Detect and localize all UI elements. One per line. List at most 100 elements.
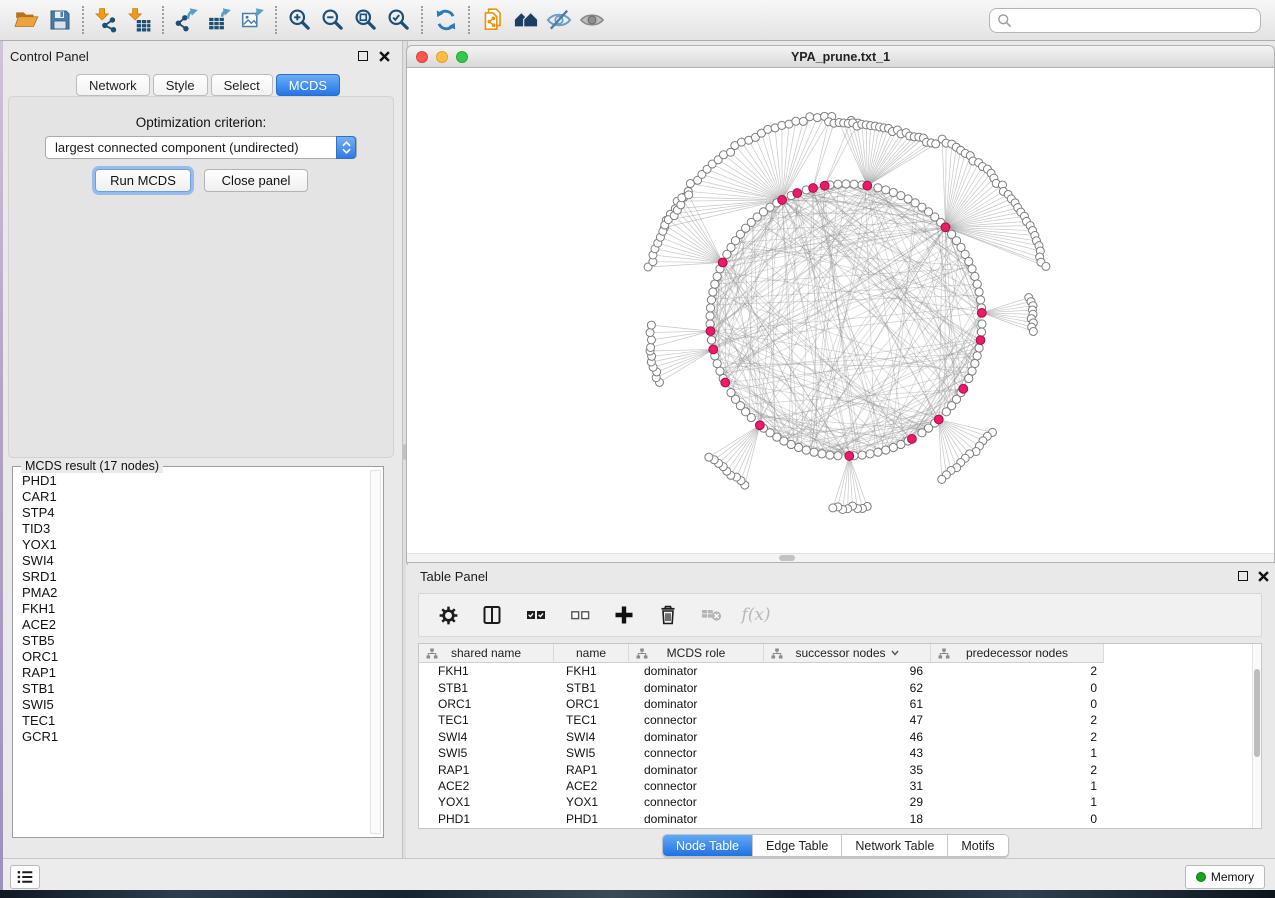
table-row[interactable]: ORC1ORC1dominator610 bbox=[419, 696, 1261, 712]
table-cell[interactable]: YOX1 bbox=[554, 795, 629, 809]
table-cell[interactable]: 46 bbox=[764, 730, 931, 744]
table-vscrollbar-thumb[interactable] bbox=[1254, 669, 1260, 757]
import-network-icon[interactable] bbox=[90, 4, 123, 37]
table-cell[interactable]: YOX1 bbox=[419, 795, 554, 809]
function-icon[interactable]: f(x) bbox=[743, 602, 769, 628]
close-window-icon[interactable] bbox=[416, 51, 428, 63]
table-cell[interactable]: 35 bbox=[764, 763, 931, 777]
zoom-in-icon[interactable] bbox=[283, 4, 316, 37]
table-cell[interactable]: 2 bbox=[931, 730, 1104, 744]
table-cell[interactable]: dominator bbox=[629, 730, 764, 744]
column-header-shared-name[interactable]: shared name bbox=[419, 644, 554, 663]
table-cell[interactable]: dominator bbox=[629, 681, 764, 695]
network-window-titlebar[interactable]: YPA_prune.txt_1 bbox=[406, 45, 1275, 68]
table-cell[interactable]: connector bbox=[629, 779, 764, 793]
table-cell[interactable]: RAP1 bbox=[554, 763, 629, 777]
tab-network[interactable]: Network bbox=[76, 74, 150, 96]
table-cell[interactable]: FKH1 bbox=[419, 664, 554, 678]
table-row[interactable]: YOX1YOX1connector291 bbox=[419, 794, 1261, 810]
export-table-icon[interactable] bbox=[203, 4, 236, 37]
mcds-result-item[interactable]: PHD1 bbox=[14, 473, 369, 489]
mcds-result-item[interactable]: TEC1 bbox=[14, 713, 369, 729]
mcds-result-item[interactable]: STB5 bbox=[14, 633, 369, 649]
deselect-all-icon[interactable] bbox=[567, 602, 593, 628]
zoom-selected-icon[interactable] bbox=[382, 4, 415, 37]
table-cell[interactable]: 2 bbox=[931, 713, 1104, 727]
table-cell[interactable]: 61 bbox=[764, 697, 931, 711]
table-cell[interactable]: 62 bbox=[764, 681, 931, 695]
mcds-result-item[interactable]: SRD1 bbox=[14, 569, 369, 585]
table-cell[interactable]: SWI4 bbox=[554, 730, 629, 744]
tab-style[interactable]: Style bbox=[153, 74, 208, 96]
mcds-result-item[interactable]: FKH1 bbox=[14, 601, 369, 617]
table-row[interactable]: PHD1PHD1dominator180 bbox=[419, 811, 1261, 827]
run-mcds-button[interactable]: Run MCDS bbox=[95, 169, 191, 192]
table-cell[interactable]: 18 bbox=[764, 812, 931, 826]
table-cell[interactable]: PHD1 bbox=[419, 812, 554, 826]
mcds-result-item[interactable]: STP4 bbox=[14, 505, 369, 521]
select-all-icon[interactable] bbox=[523, 602, 549, 628]
table-row[interactable]: RAP1RAP1dominator352 bbox=[419, 761, 1261, 777]
table-cell[interactable]: ACE2 bbox=[419, 779, 554, 793]
table-cell[interactable]: 0 bbox=[931, 697, 1104, 711]
table-cell[interactable]: dominator bbox=[629, 763, 764, 777]
columns-icon[interactable] bbox=[479, 602, 505, 628]
mcds-result-item[interactable]: STB1 bbox=[14, 681, 369, 697]
mcds-result-item[interactable]: YOX1 bbox=[14, 537, 369, 553]
table-cell[interactable]: connector bbox=[629, 713, 764, 727]
save-icon[interactable] bbox=[43, 4, 76, 37]
mcds-result-item[interactable]: PMA2 bbox=[14, 585, 369, 601]
table-cell[interactable]: connector bbox=[629, 795, 764, 809]
close-table-panel-icon[interactable] bbox=[1256, 569, 1270, 583]
table-cell[interactable]: 0 bbox=[931, 812, 1104, 826]
table-cell[interactable]: STB1 bbox=[419, 681, 554, 695]
table-cell[interactable]: 2 bbox=[931, 664, 1104, 678]
table-cell[interactable]: 29 bbox=[764, 795, 931, 809]
table-cell[interactable]: SWI5 bbox=[554, 746, 629, 760]
tab-mcds[interactable]: MCDS bbox=[276, 74, 340, 96]
trash-icon[interactable] bbox=[655, 602, 681, 628]
zoom-window-icon[interactable] bbox=[456, 51, 468, 63]
column-header-predecessor-nodes[interactable]: predecessor nodes bbox=[931, 644, 1104, 663]
tab-node-table[interactable]: Node Table bbox=[663, 835, 753, 856]
close-panel-icon[interactable] bbox=[377, 49, 391, 63]
document-share-icon[interactable] bbox=[476, 4, 509, 37]
export-network-icon[interactable] bbox=[170, 4, 203, 37]
search-input[interactable] bbox=[989, 8, 1261, 33]
optimization-criterion-select[interactable]: largest connected component (undirected) bbox=[45, 136, 357, 159]
table-cell[interactable]: dominator bbox=[629, 697, 764, 711]
network-canvas[interactable] bbox=[407, 68, 1274, 552]
mcds-result-item[interactable]: SWI5 bbox=[14, 697, 369, 713]
delete-table-icon[interactable] bbox=[699, 602, 725, 628]
column-header-name[interactable]: name bbox=[554, 644, 629, 663]
table-cell[interactable]: ORC1 bbox=[554, 697, 629, 711]
table-cell[interactable]: TEC1 bbox=[554, 713, 629, 727]
column-header-mcds-role[interactable]: MCDS role bbox=[629, 644, 764, 663]
table-cell[interactable]: 2 bbox=[931, 763, 1104, 777]
table-row[interactable]: TEC1TEC1connector472 bbox=[419, 712, 1261, 728]
mcds-result-item[interactable]: RAP1 bbox=[14, 665, 369, 681]
tab-select[interactable]: Select bbox=[211, 74, 273, 96]
float-table-panel-icon[interactable] bbox=[1236, 569, 1250, 583]
table-cell[interactable]: dominator bbox=[629, 664, 764, 678]
table-cell[interactable]: SWI4 bbox=[419, 730, 554, 744]
memory-button[interactable]: Memory bbox=[1185, 865, 1265, 889]
table-cell[interactable]: connector bbox=[629, 746, 764, 760]
mcds-result-item[interactable]: CAR1 bbox=[14, 489, 369, 505]
open-folder-icon[interactable] bbox=[10, 4, 43, 37]
houses-icon[interactable] bbox=[509, 4, 542, 37]
mcds-result-item[interactable]: TID3 bbox=[14, 521, 369, 537]
refresh-layout-icon[interactable] bbox=[429, 4, 462, 37]
add-icon[interactable] bbox=[611, 602, 637, 628]
tab-network-table[interactable]: Network Table bbox=[842, 835, 948, 856]
table-cell[interactable]: FKH1 bbox=[554, 664, 629, 678]
table-cell[interactable]: 1 bbox=[931, 795, 1104, 809]
table-cell[interactable]: 31 bbox=[764, 779, 931, 793]
table-cell[interactable]: ORC1 bbox=[419, 697, 554, 711]
import-table-icon[interactable] bbox=[123, 4, 156, 37]
tab-motifs[interactable]: Motifs bbox=[948, 835, 1007, 856]
table-cell[interactable]: TEC1 bbox=[419, 713, 554, 727]
float-panel-icon[interactable] bbox=[356, 49, 370, 63]
table-cell[interactable]: 96 bbox=[764, 664, 931, 678]
network-hscrollbar-thumb[interactable] bbox=[779, 555, 795, 561]
